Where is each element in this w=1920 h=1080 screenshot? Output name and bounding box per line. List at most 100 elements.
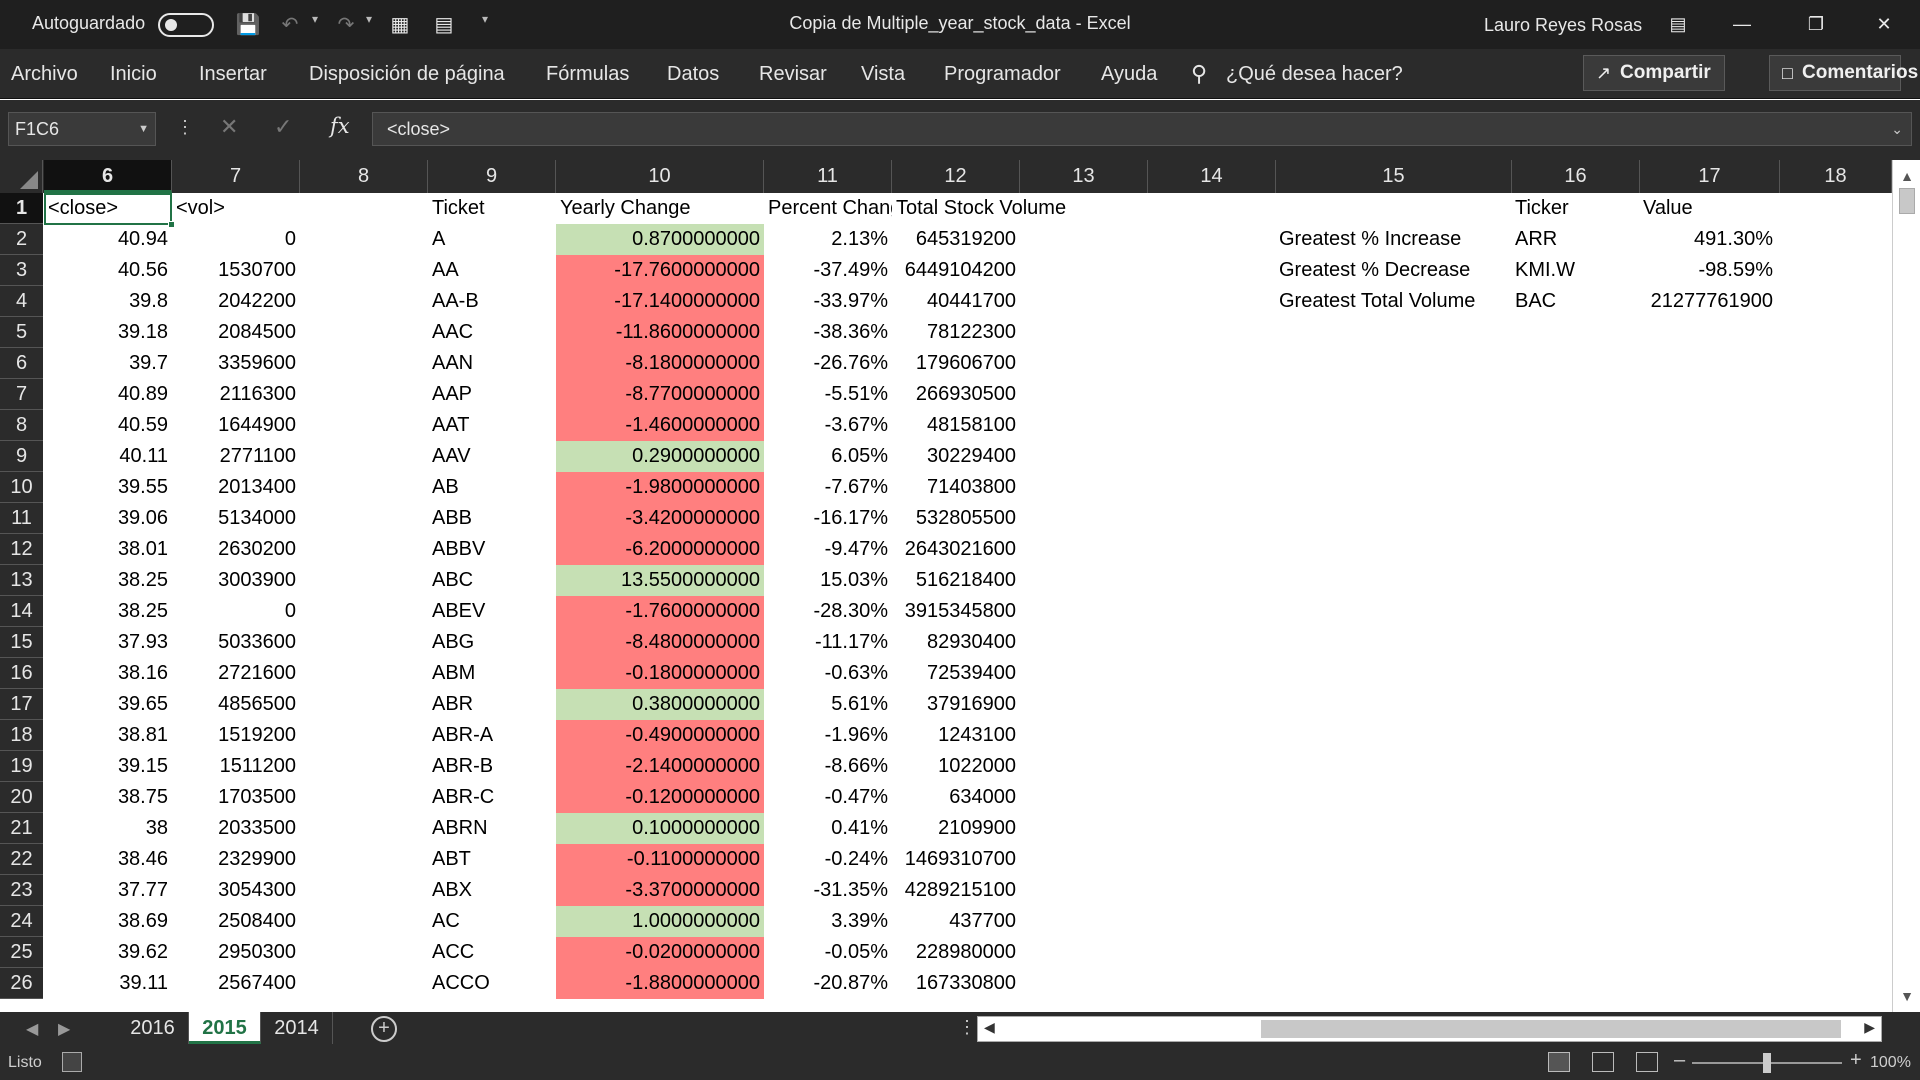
row-header-21[interactable]: 21 [0, 813, 43, 844]
cell-close[interactable]: 40.59 [44, 410, 172, 441]
cell-ticket[interactable]: ABR-A [428, 720, 556, 751]
row-header-19[interactable]: 19 [0, 751, 43, 782]
cell-vol[interactable]: 1703500 [172, 782, 300, 813]
add-sheet-icon[interactable]: + [371, 1016, 397, 1042]
cell-change[interactable]: 0.3800000000 [556, 689, 764, 720]
cell-change[interactable]: -8.7700000000 [556, 379, 764, 410]
search-icon[interactable]: ⚲ [1191, 61, 1217, 87]
row-header-5[interactable]: 5 [0, 317, 43, 348]
cell-pct[interactable]: -28.30% [764, 596, 892, 627]
cell-ticket[interactable]: AAP [428, 379, 556, 410]
column-header-17[interactable]: 17 [1640, 160, 1780, 193]
cell-close[interactable]: 39.8 [44, 286, 172, 317]
cell-pct[interactable]: -0.47% [764, 782, 892, 813]
column-header-7[interactable]: 7 [172, 160, 300, 193]
sheet-tab-2016[interactable]: 2016 [117, 1012, 189, 1044]
redo-dropdown-icon[interactable]: ▾ [366, 12, 372, 26]
cell-ticket[interactable]: ABBV [428, 534, 556, 565]
cell-vol[interactable]: 1519200 [172, 720, 300, 751]
cell-total[interactable]: 228980000 [892, 937, 1020, 968]
cell-ticket[interactable]: ABR [428, 689, 556, 720]
header-cell-vol[interactable]: <vol> [172, 193, 300, 224]
worksheet-grid[interactable]: 6 7 8 9 10 11 12 13 14 15 16 17 18 1 2 3 4 5 6 7 8 9 10 11 12 13… [0, 160, 1920, 1012]
cell-pct[interactable]: -20.87% [764, 968, 892, 999]
cell-vol[interactable]: 2567400 [172, 968, 300, 999]
cell-total[interactable]: 48158100 [892, 410, 1020, 441]
row-header-7[interactable]: 7 [0, 379, 43, 410]
cell-close[interactable]: 37.93 [44, 627, 172, 658]
cell-total[interactable]: 437700 [892, 906, 1020, 937]
cell-total[interactable]: 1243100 [892, 720, 1020, 751]
cell-pct[interactable]: -3.67% [764, 410, 892, 441]
cell-total[interactable]: 82930400 [892, 627, 1020, 658]
cell-total[interactable]: 167330800 [892, 968, 1020, 999]
form-icon[interactable]: ▤ [430, 11, 458, 39]
cell-ticket[interactable]: ACCO [428, 968, 556, 999]
close-icon[interactable]: ✕ [1864, 8, 1904, 40]
cell-pct[interactable]: -8.66% [764, 751, 892, 782]
name-box[interactable]: F1C6 ▼ [8, 112, 156, 146]
row-header-20[interactable]: 20 [0, 782, 43, 813]
page-layout-view-icon[interactable] [1592, 1052, 1614, 1072]
cell-pct[interactable]: -33.97% [764, 286, 892, 317]
column-header-10[interactable]: 10 [556, 160, 764, 193]
cell-close[interactable]: 39.62 [44, 937, 172, 968]
column-header-12[interactable]: 12 [892, 160, 1020, 193]
minimize-icon[interactable]: — [1722, 8, 1762, 40]
cell-vol[interactable]: 3359600 [172, 348, 300, 379]
cell-close[interactable]: 39.06 [44, 503, 172, 534]
cell-ticket[interactable]: ABR-C [428, 782, 556, 813]
cell-change[interactable]: -0.1100000000 [556, 844, 764, 875]
column-header-9[interactable]: 9 [428, 160, 556, 193]
cell-total[interactable]: 532805500 [892, 503, 1020, 534]
scroll-right-icon[interactable]: ▶ [1864, 1019, 1875, 1036]
cell-ticket[interactable]: ACC [428, 937, 556, 968]
cell-change[interactable]: 0.2900000000 [556, 441, 764, 472]
cell-change[interactable]: 0.8700000000 [556, 224, 764, 255]
tab-split-handle-icon[interactable]: ⋮ [958, 1017, 976, 1038]
insert-function-icon[interactable]: fx [330, 114, 350, 138]
summary-ticker-decrease[interactable]: KMI.W [1511, 255, 1639, 286]
cell-ticket[interactable]: AB [428, 472, 556, 503]
column-header-6[interactable]: 6 [44, 160, 172, 193]
row-header-2[interactable]: 2 [0, 224, 43, 255]
undo-icon[interactable]: ↶ [276, 11, 304, 39]
cell-ticket[interactable]: ABG [428, 627, 556, 658]
cell-change[interactable]: -0.1800000000 [556, 658, 764, 689]
cell-pct[interactable]: 6.05% [764, 441, 892, 472]
cell-change[interactable]: -6.2000000000 [556, 534, 764, 565]
ribbon-display-options-icon[interactable]: ▤ [1658, 8, 1698, 40]
row-header-13[interactable]: 13 [0, 565, 43, 596]
horizontal-scroll-thumb[interactable] [1261, 1020, 1841, 1038]
row-header-16[interactable]: 16 [0, 658, 43, 689]
restore-icon[interactable]: ❐ [1796, 8, 1836, 40]
cell-total[interactable]: 78122300 [892, 317, 1020, 348]
cell-pct[interactable]: -0.63% [764, 658, 892, 689]
cell-change[interactable]: -0.4900000000 [556, 720, 764, 751]
cell-total[interactable]: 266930500 [892, 379, 1020, 410]
cell-ticket[interactable]: AAN [428, 348, 556, 379]
cell-pct[interactable]: -31.35% [764, 875, 892, 906]
cell-total[interactable]: 1469310700 [892, 844, 1020, 875]
cell-change[interactable]: 0.1000000000 [556, 813, 764, 844]
cell-ticket[interactable]: AC [428, 906, 556, 937]
cell-total[interactable]: 179606700 [892, 348, 1020, 379]
column-header-18[interactable]: 18 [1780, 160, 1892, 193]
tab-ayuda[interactable]: Ayuda [1101, 63, 1157, 86]
cell-total[interactable]: 4289215100 [892, 875, 1020, 906]
cell-ticket[interactable]: ABM [428, 658, 556, 689]
tab-vista[interactable]: Vista [861, 63, 905, 86]
cell-vol[interactable]: 0 [172, 596, 300, 627]
header-cell-total[interactable]: Total Stock Volume [892, 193, 1066, 224]
row-header-14[interactable]: 14 [0, 596, 43, 627]
cell-vol[interactable]: 2084500 [172, 317, 300, 348]
row-header-17[interactable]: 17 [0, 689, 43, 720]
cell-pct[interactable]: -11.17% [764, 627, 892, 658]
cell-pct[interactable]: -9.47% [764, 534, 892, 565]
summary-value-decrease[interactable]: -98.59% [1639, 255, 1777, 286]
enter-icon[interactable]: ✓ [274, 114, 292, 140]
cell-close[interactable]: 37.77 [44, 875, 172, 906]
cell-change[interactable]: -3.3700000000 [556, 875, 764, 906]
cell-close[interactable]: 39.7 [44, 348, 172, 379]
cell-change[interactable]: -8.1800000000 [556, 348, 764, 379]
